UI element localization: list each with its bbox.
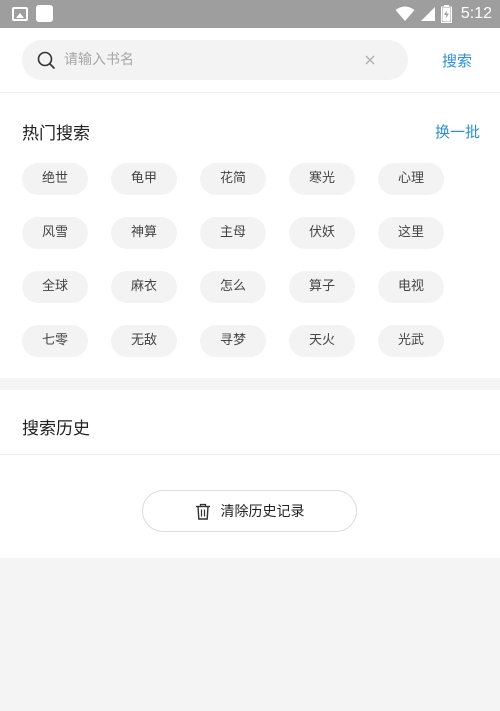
hot-tag[interactable]: 寒光: [289, 163, 355, 195]
refresh-button[interactable]: 换一批: [435, 121, 480, 142]
wifi-icon: [395, 6, 415, 21]
search-bar: 搜索: [0, 28, 500, 92]
clear-history-label: 清除历史记录: [220, 504, 305, 520]
hot-tag[interactable]: 天火: [289, 325, 355, 357]
trash-icon: [195, 503, 210, 520]
hot-search-section: 热门搜索 换一批 绝世 龟甲 花简 寒光 心理风雪 神算 主母 伏妖 这里全球 麻衣 怎么 算子 电视七…: [0, 92, 500, 378]
clear-input-icon[interactable]: [362, 52, 378, 68]
hot-tag[interactable]: 无敌: [111, 325, 177, 357]
hot-tag[interactable]: 电视: [378, 271, 444, 303]
hot-tag[interactable]: 心理: [378, 163, 444, 195]
status-bar: 5:12: [0, 0, 500, 28]
status-time: 5:12: [460, 5, 492, 22]
app-notification-icon: [36, 5, 53, 22]
hot-tag[interactable]: 主母: [200, 217, 266, 249]
hot-tag[interactable]: 光武: [378, 325, 444, 357]
hot-tag[interactable]: 神算: [111, 217, 177, 249]
signal-icon: [420, 7, 435, 21]
hot-tag[interactable]: 全球: [22, 271, 88, 303]
hot-tag[interactable]: 这里: [378, 217, 444, 249]
search-history-title: 搜索历史: [22, 419, 90, 439]
search-box[interactable]: [22, 40, 408, 80]
hot-tag[interactable]: 花简: [200, 163, 266, 195]
hot-tag[interactable]: 绝世: [22, 163, 88, 195]
hot-tag[interactable]: 算子: [289, 271, 355, 303]
search-input[interactable]: [64, 48, 364, 72]
search-button[interactable]: 搜索: [442, 50, 472, 71]
hot-search-title: 热门搜索: [22, 124, 90, 144]
battery-icon: [440, 5, 452, 23]
gallery-notification-icon: [12, 6, 28, 21]
search-icon: [37, 51, 55, 69]
hot-tag[interactable]: 寻梦: [200, 325, 266, 357]
hot-tag[interactable]: 麻衣: [111, 271, 177, 303]
hot-tag[interactable]: 怎么: [200, 271, 266, 303]
hot-tag[interactable]: 伏妖: [289, 217, 355, 249]
clear-history-button[interactable]: 清除历史记录: [142, 490, 357, 532]
hot-tag[interactable]: 七零: [22, 325, 88, 357]
divider: [0, 454, 500, 455]
hot-tag[interactable]: 龟甲: [111, 163, 177, 195]
hot-tag[interactable]: 风雪: [22, 217, 88, 249]
search-history-section: 搜索历史 清除历史记录: [0, 390, 500, 558]
